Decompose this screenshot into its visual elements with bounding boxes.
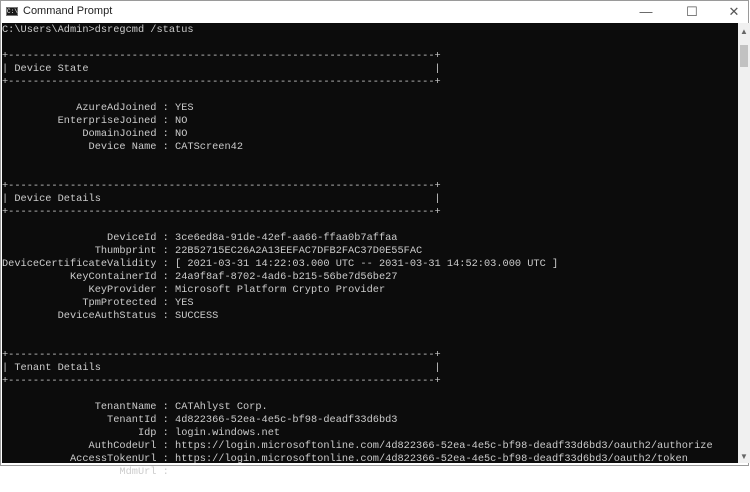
field-row: DomainJoined : NO	[82, 128, 188, 140]
field-name: AccessTokenUrl	[69, 453, 157, 465]
field-value: https://login.microsoftonline.com/4d8223…	[175, 453, 688, 465]
field-name: Idp	[137, 427, 157, 439]
field-row: Thumbprint : 22B52715EC26A2A13EEFAC7DFB2…	[94, 245, 423, 257]
field-row: AuthCodeUrl : https://login.microsoftonl…	[88, 440, 713, 452]
title-bar[interactable]: C:\ Command Prompt — ☐ ✕	[1, 1, 748, 23]
field-name: KeyProvider	[88, 284, 157, 296]
field-name: Thumbprint	[94, 245, 157, 257]
section-border: +---------------------------------------…	[2, 76, 441, 88]
scroll-up-icon[interactable]: ▲	[738, 27, 750, 36]
command-line: C:\Users\Admin>dsregcmd /status	[2, 24, 194, 36]
field-name: Device Name	[88, 141, 157, 153]
field-name: TpmProtected	[82, 297, 157, 309]
section-title: Device State	[14, 63, 89, 75]
field-row: DeviceAuthStatus : SUCCESS	[57, 310, 219, 322]
section-header: | Device State |	[2, 63, 441, 75]
field-value: SUCCESS	[175, 310, 219, 322]
field-name: DeviceAuthStatus	[57, 310, 157, 322]
close-button[interactable]: ✕	[719, 1, 749, 23]
field-name: AzureAdJoined	[76, 102, 157, 114]
vertical-scrollbar[interactable]: ▲ ▼	[738, 23, 750, 463]
field-row: KeyProvider : Microsoft Platform Crypto …	[88, 284, 386, 296]
scrollbar-thumb[interactable]	[740, 45, 748, 67]
field-row: DeviceCertificateValidity : [ 2021-03-31…	[2, 258, 559, 270]
field-value: [ 2021-03-31 14:22:03.000 UTC -- 2031-03…	[175, 258, 559, 270]
window-title: Command Prompt	[23, 5, 113, 17]
field-row: EnterpriseJoined : NO	[57, 115, 188, 127]
section-title: Tenant Details	[14, 362, 101, 374]
field-name: TenantName	[94, 401, 157, 413]
field-value: 4d822366-52ea-4e5c-bf98-deadf33d6bd3	[175, 414, 398, 426]
field-name: KeyContainerId	[69, 271, 157, 283]
scroll-down-icon[interactable]: ▼	[738, 452, 750, 461]
field-row: TenantId : 4d822366-52ea-4e5c-bf98-deadf…	[107, 414, 398, 426]
field-value: 3ce6ed8a-91de-42ef-aa66-ffaa0b7affaa	[175, 232, 398, 244]
field-value: YES	[175, 102, 194, 114]
field-row: AccessTokenUrl : https://login.microsoft…	[69, 453, 688, 465]
command-prompt-window: C:\ Command Prompt — ☐ ✕ C:\Users\Admin>…	[0, 0, 750, 478]
field-name: TenantId	[107, 414, 157, 426]
section-border: +---------------------------------------…	[2, 375, 441, 387]
field-name: AuthCodeUrl	[88, 440, 157, 452]
section-border: +---------------------------------------…	[2, 206, 441, 218]
field-value: YES	[175, 297, 194, 309]
section-border: +---------------------------------------…	[2, 180, 441, 192]
field-value: login.windows.net	[175, 427, 281, 439]
field-row: Idp : login.windows.net	[137, 427, 281, 439]
section-header: | Device Details |	[2, 193, 441, 205]
minimize-button[interactable]: —	[631, 1, 661, 23]
field-value: https://login.microsoftonline.com/4d8223…	[175, 440, 713, 452]
field-name: DeviceId	[107, 232, 157, 244]
field-name: EnterpriseJoined	[57, 115, 157, 127]
field-value: NO	[175, 128, 188, 140]
field-row: Device Name : CATScreen42	[88, 141, 244, 153]
section-title: Device Details	[14, 193, 101, 205]
cmd-icon: C:\	[6, 7, 18, 16]
maximize-button[interactable]: ☐	[677, 1, 707, 23]
field-value: NO	[175, 115, 188, 127]
field-row: TenantName : CATAhlyst Corp.	[94, 401, 268, 413]
field-row: TpmProtected : YES	[82, 297, 194, 309]
field-value: CATAhlyst Corp.	[175, 401, 268, 413]
field-row: DeviceId : 3ce6ed8a-91de-42ef-aa66-ffaa0…	[107, 232, 398, 244]
field-value: Microsoft Platform Crypto Provider	[175, 284, 386, 296]
console-text: C:\Users\Admin>dsregcmd /status +--------…	[2, 24, 713, 492]
field-value: 24a9f8af-8702-4ad6-b215-56be7d56be27	[175, 271, 398, 283]
field-value: CATScreen42	[175, 141, 244, 153]
field-name: MdmUrl	[119, 466, 157, 478]
field-name: DomainJoined	[82, 128, 157, 140]
section-border: +---------------------------------------…	[2, 50, 441, 62]
section-header: | Tenant Details |	[2, 362, 441, 374]
field-row: AzureAdJoined : YES	[76, 102, 194, 114]
field-name: DeviceCertificateValidity	[2, 258, 157, 270]
section-border: +---------------------------------------…	[2, 349, 441, 361]
field-row: KeyContainerId : 24a9f8af-8702-4ad6-b215…	[69, 271, 398, 283]
field-row: MdmUrl :	[119, 466, 176, 478]
field-value: 22B52715EC26A2A13EEFAC7DFB2FAC37D0E55FAC	[175, 245, 423, 257]
